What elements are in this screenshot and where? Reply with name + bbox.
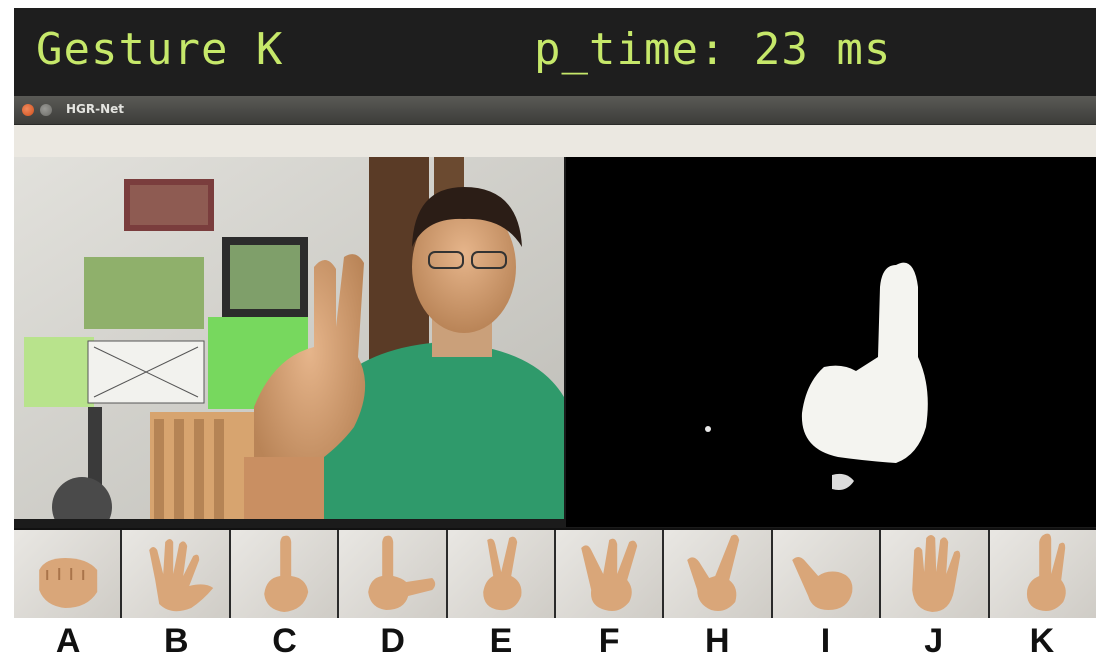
- gesture-label-b: B: [164, 622, 189, 660]
- gesture-thumbnail-strip: [14, 530, 1097, 618]
- hand-mask-image: [566, 157, 1096, 527]
- segmentation-mask-view: [566, 157, 1096, 527]
- open-palm-icon: [149, 539, 214, 612]
- gesture-label-i: I: [820, 622, 831, 660]
- processing-time-readout: p_time: 23 ms: [534, 24, 892, 75]
- three-fingers-icon: [581, 538, 638, 611]
- gesture-readout: Gesture K: [36, 24, 284, 75]
- gesture-thumb-k: [989, 530, 1097, 618]
- status-bar: Gesture K p_time: 23 ms: [14, 8, 1096, 96]
- window-title: HGR-Net: [66, 102, 125, 116]
- v-hand-icon: [482, 536, 522, 611]
- gesture-thumb-f: [556, 530, 663, 618]
- gesture-thumb-h: [664, 530, 771, 618]
- index-up-icon: [264, 535, 309, 612]
- gesture-thumb-d: [339, 530, 446, 618]
- hgr-demo-frame: Gesture K p_time: 23 ms HGR-Net A B C D …: [0, 0, 1104, 662]
- gesture-thumb-a: [14, 530, 121, 618]
- gesture-thumb-e: [447, 530, 555, 618]
- close-icon[interactable]: [22, 104, 34, 116]
- gesture-label-h: H: [705, 622, 730, 660]
- gesture-letter-row: A B C D E F H I J K: [14, 620, 1096, 662]
- gesture-thumb-c: [230, 530, 338, 618]
- gesture-thumb-j: [881, 530, 988, 618]
- gesture-label-j: J: [924, 622, 944, 660]
- gesture-thumb-b: [122, 530, 229, 618]
- gesture-label-k: K: [1029, 622, 1055, 660]
- gesture-label-c: C: [272, 622, 297, 660]
- camera-feed-view: [14, 157, 564, 519]
- window-titlebar[interactable]: HGR-Net: [14, 96, 1096, 125]
- gesture-thumb-i: [772, 530, 880, 618]
- thumb-out-hand-icon: [792, 557, 853, 610]
- gesture-label-e: E: [489, 622, 513, 660]
- gesture-label-a: A: [55, 622, 81, 660]
- camera-feed-image: [14, 157, 564, 519]
- four-fingers-icon: [912, 535, 961, 612]
- window-toolbar: [14, 125, 1096, 157]
- horns-hand-icon: [687, 534, 740, 611]
- two-fingers-up-icon: [1026, 533, 1066, 611]
- fist-hand-icon: [39, 558, 98, 608]
- gesture-label-f: F: [598, 622, 620, 660]
- minimize-icon[interactable]: [40, 104, 52, 116]
- l-shape-hand-icon: [368, 535, 436, 610]
- hgr-net-window: HGR-Net: [14, 96, 1096, 528]
- gesture-label-d: D: [380, 622, 405, 660]
